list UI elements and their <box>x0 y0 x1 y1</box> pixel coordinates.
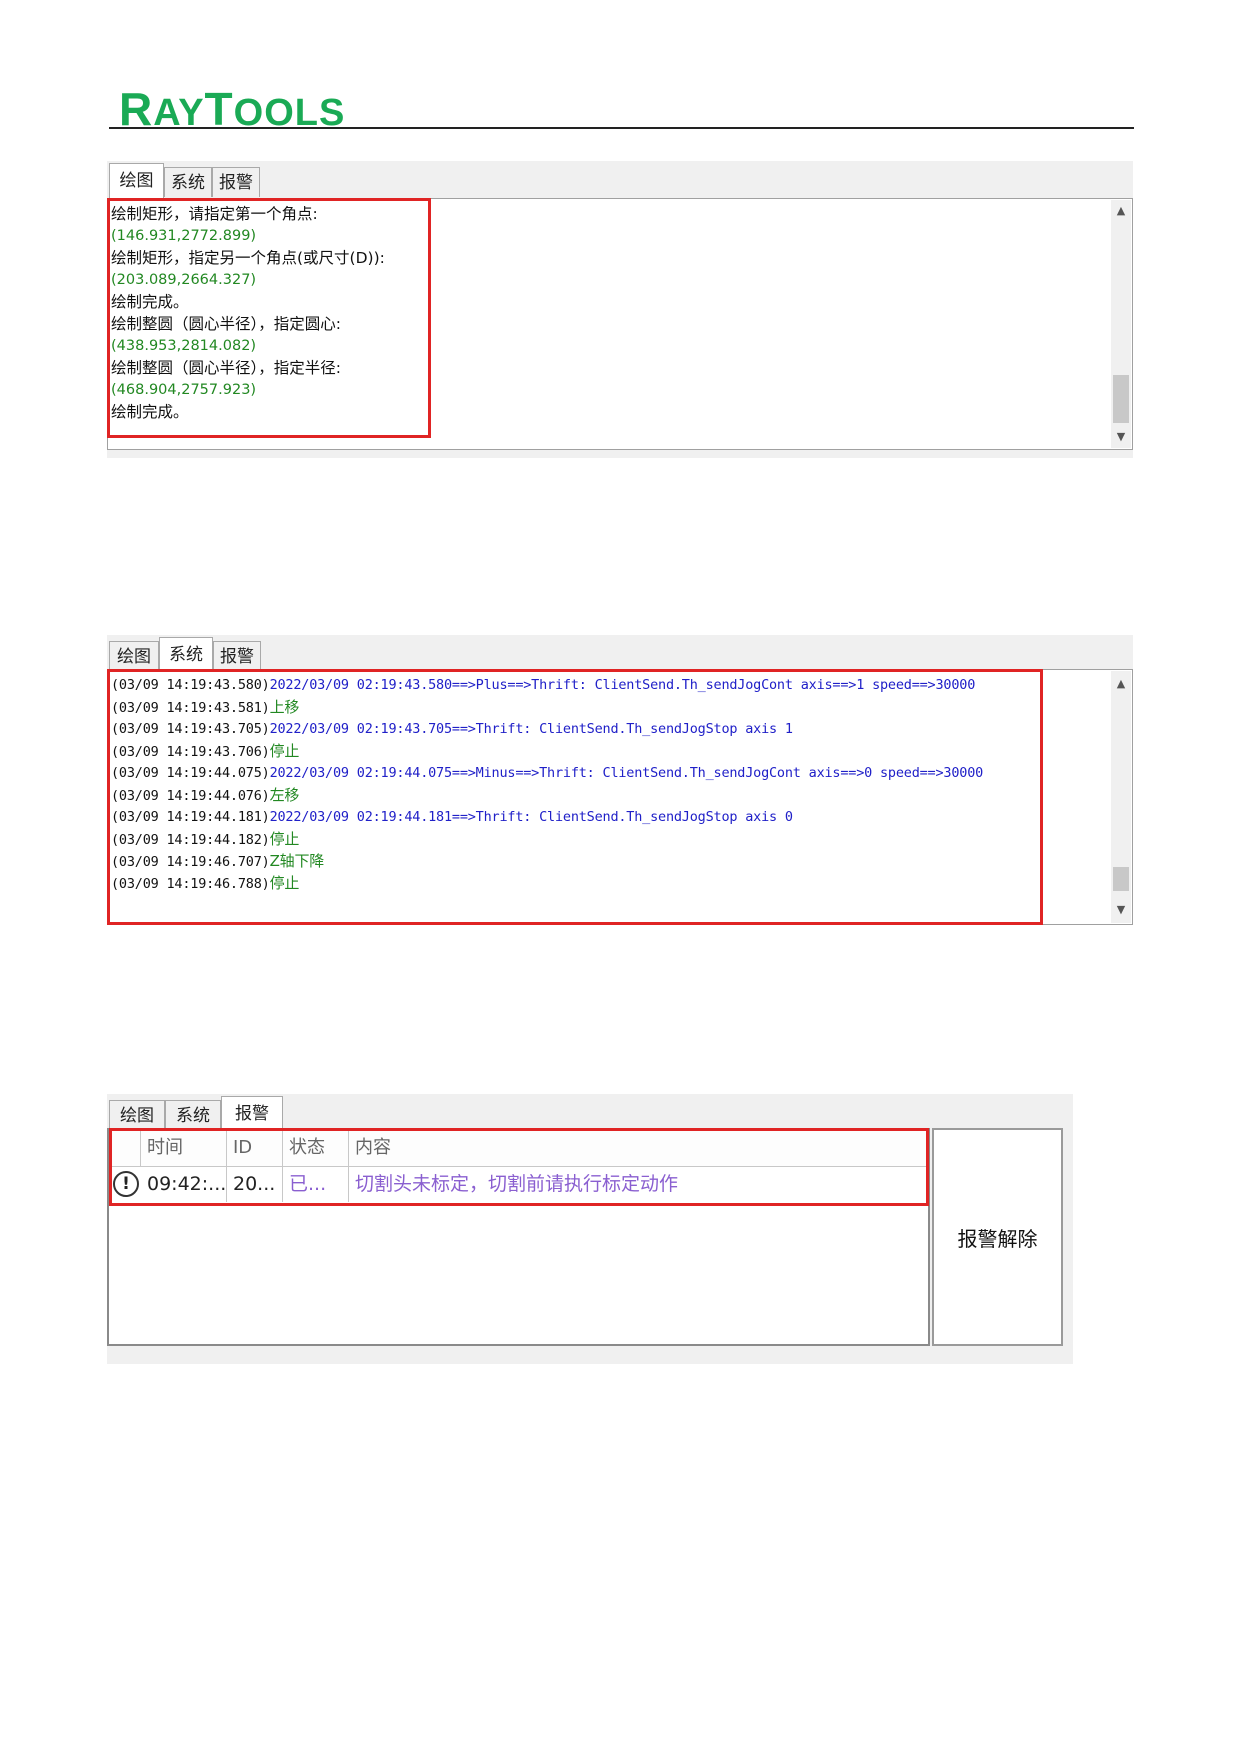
vertical-scrollbar[interactable]: ▲ ▼ <box>1111 671 1131 923</box>
tab-alarm[interactable]: 报警 <box>213 641 261 671</box>
tab-alarm[interactable]: 报警 <box>221 1096 283 1131</box>
highlight-box <box>107 669 1043 925</box>
highlight-box <box>107 198 431 438</box>
tab-drawing[interactable]: 绘图 <box>109 641 159 671</box>
scroll-down-icon[interactable]: ▼ <box>1111 901 1131 919</box>
scroll-up-icon[interactable]: ▲ <box>1111 202 1131 220</box>
vertical-scrollbar[interactable]: ▲ ▼ <box>1111 200 1131 448</box>
scroll-thumb[interactable] <box>1113 867 1129 891</box>
tab-system[interactable]: 系统 <box>165 1100 221 1130</box>
scroll-thumb[interactable] <box>1113 375 1129 423</box>
scroll-up-icon[interactable]: ▲ <box>1111 675 1131 693</box>
clear-alarm-button[interactable]: 报警解除 <box>932 1128 1063 1346</box>
tab-drawing[interactable]: 绘图 <box>109 1100 165 1130</box>
tab-alarm[interactable]: 报警 <box>212 167 260 197</box>
tab-bar: 绘图 系统 报警 <box>107 635 1133 672</box>
alarm-panel: 绘图 系统 报警 时间 ID 状态 内容 ! 09:42:... 20... 已… <box>107 1094 1073 1364</box>
scroll-down-icon[interactable]: ▼ <box>1111 428 1131 446</box>
tab-bar: 绘图 系统 报警 <box>107 1094 1073 1131</box>
tab-system[interactable]: 系统 <box>159 637 213 672</box>
tab-system[interactable]: 系统 <box>164 167 212 197</box>
system-log-panel: 绘图 系统 报警 (03/09 14:19:43.580)2022/03/09 … <box>107 635 1133 925</box>
drawing-log-panel: 绘图 系统 报警 绘制矩形，请指定第一个角点: (146.931,2772.899… <box>107 161 1133 458</box>
tab-bar: 绘图 系统 报警 <box>107 161 1133 198</box>
highlight-box <box>109 1128 929 1206</box>
tab-drawing[interactable]: 绘图 <box>109 163 164 198</box>
header-rule <box>109 127 1134 129</box>
